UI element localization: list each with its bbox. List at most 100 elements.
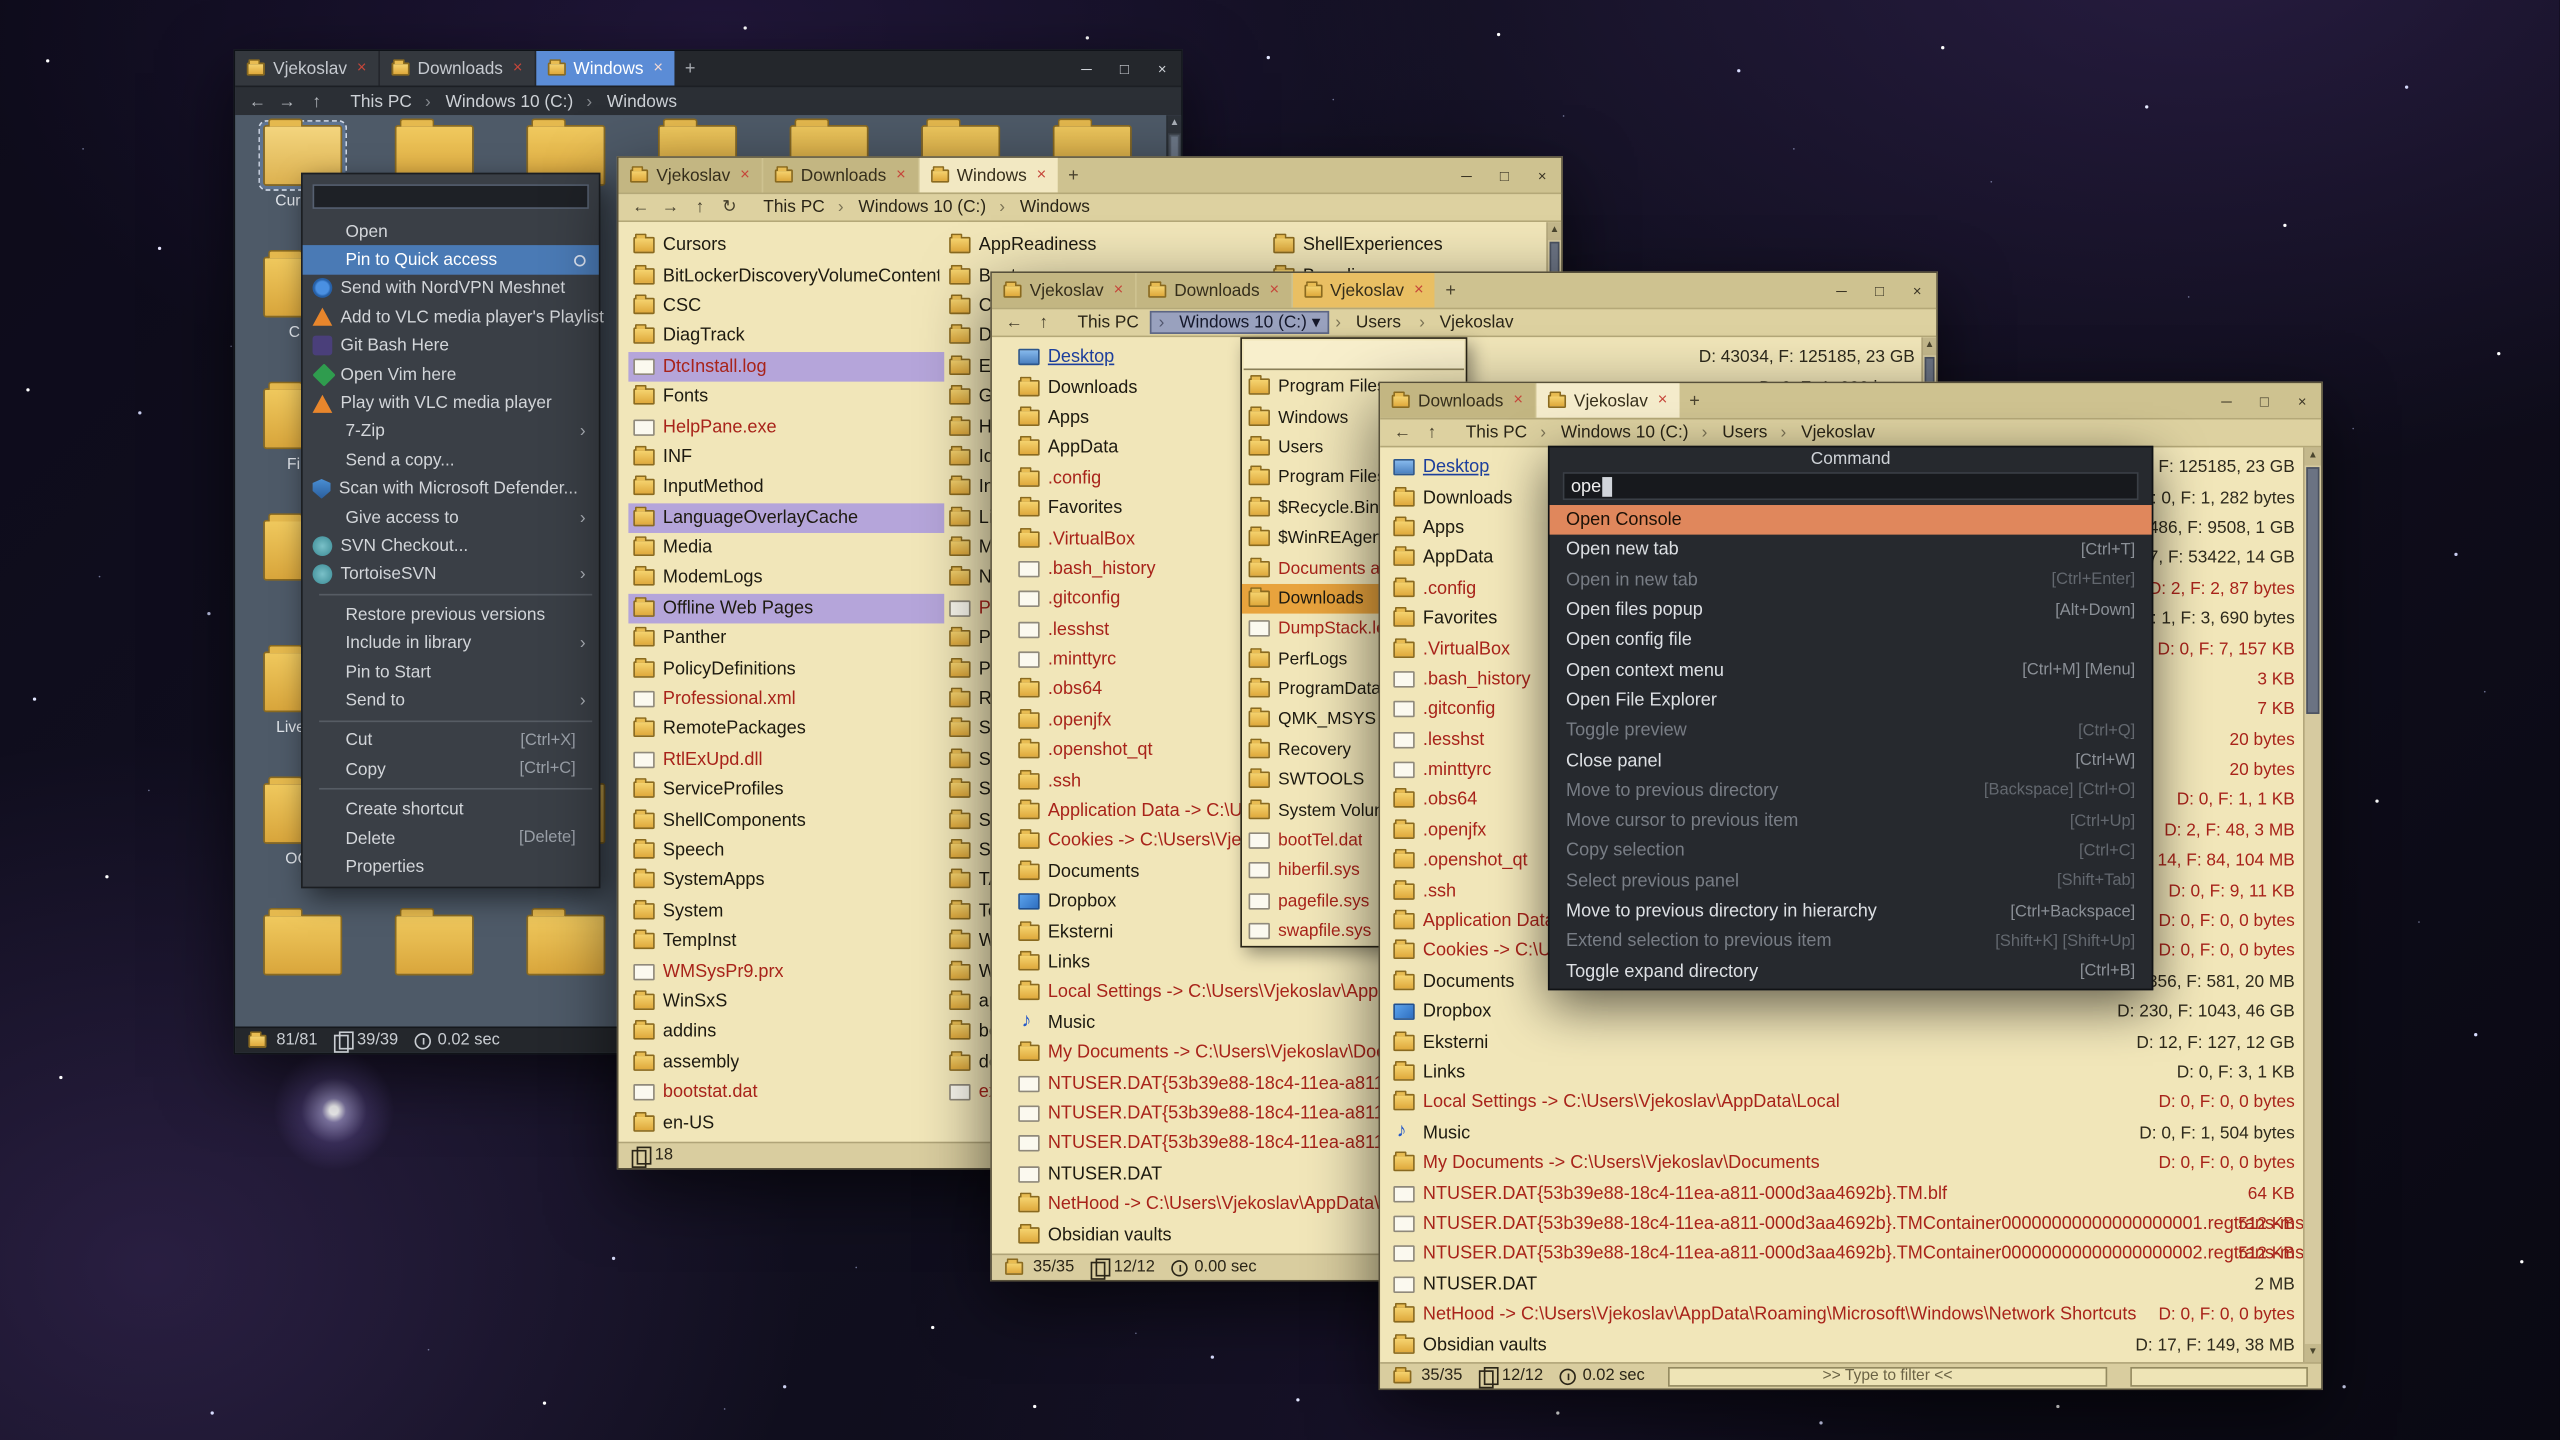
file-row[interactable]: NTUSER.DAT{53b39e88-18c4-11ea-a811-000d3…	[1380, 1239, 2301, 1269]
scroll-up-icon[interactable]: ▲	[1923, 337, 1936, 355]
file-row[interactable]: Fonts	[628, 382, 944, 412]
context-menu-item[interactable]: TortoiseSVN ›	[303, 560, 599, 589]
palette-command-item[interactable]: Open File Explorer	[1550, 686, 2152, 716]
file-row[interactable]: BitLockerDiscoveryVolumeContents	[628, 261, 944, 291]
grid-folder-item[interactable]	[375, 915, 493, 982]
context-menu-item[interactable]: Copy [Ctrl+C]	[303, 755, 599, 784]
palette-command-item[interactable]: Open Console	[1550, 505, 2152, 535]
window-tab[interactable]: Vjekoslav ×	[619, 158, 762, 193]
type-to-filter-field[interactable]: >> Type to filter <<	[1668, 1366, 2107, 1386]
file-row[interactable]: assembly	[628, 1047, 944, 1077]
minimize-button[interactable]: ─	[1068, 51, 1106, 86]
context-menu-item[interactable]: Restore previous versions	[303, 601, 599, 630]
maximize-button[interactable]: □	[1105, 51, 1143, 86]
file-row[interactable]: AppReadiness	[944, 230, 1260, 260]
file-row[interactable]: en-US	[628, 1108, 944, 1138]
file-row[interactable]: Music D: 0, F: 1, 504 bytes	[1380, 1118, 2301, 1148]
close-button[interactable]: ×	[1143, 51, 1181, 86]
new-tab-button[interactable]: +	[1059, 158, 1087, 193]
tab-close-icon[interactable]: ×	[1114, 281, 1124, 299]
context-menu-item[interactable]: Play with VLC media player	[303, 389, 599, 418]
context-menu-item[interactable]	[303, 784, 599, 796]
context-menu-item[interactable]	[303, 715, 599, 727]
palette-command-item[interactable]: Toggle preview [Ctrl+Q]	[1550, 716, 2152, 746]
breadcrumb-segment[interactable]: Vjekoslav	[1412, 313, 1525, 333]
up-button[interactable]: ↑	[1031, 313, 1056, 333]
palette-command-item[interactable]: Toggle expand directory [Ctrl+B]	[1550, 956, 2152, 986]
window-tab[interactable]: Vjekoslav ×	[1292, 273, 1435, 308]
file-row[interactable]: Links D: 0, F: 3, 1 KB	[1380, 1057, 2301, 1087]
file-row[interactable]: addins	[628, 1017, 944, 1047]
file-row[interactable]: Cursors	[628, 230, 944, 260]
titlebar[interactable]: Vjekoslav × Downloads × Vjekoslav × + ─ …	[992, 273, 1936, 308]
new-tab-button[interactable]: +	[1437, 273, 1465, 308]
breadcrumb-segment[interactable]: This PC	[1459, 423, 1534, 443]
context-menu-item[interactable]: Add to VLC media player's Playlist	[303, 303, 599, 332]
scroll-up-icon[interactable]: ▲	[2305, 447, 2321, 465]
file-row[interactable]: NetHood -> C:\Users\Vjekoslav\AppData\Ro…	[1380, 1299, 2301, 1329]
context-menu-item[interactable]: Send to ›	[303, 686, 599, 715]
file-row[interactable]: NTUSER.DAT 2 MB	[1380, 1269, 2301, 1299]
breadcrumb-segment[interactable]: This PC	[757, 197, 832, 217]
back-button[interactable]: ←	[1390, 423, 1415, 443]
scroll-up-icon[interactable]: ▲	[1168, 115, 1181, 133]
tab-close-icon[interactable]: ×	[1270, 281, 1280, 299]
file-row[interactable]: Panther	[628, 624, 944, 654]
palette-command-item[interactable]: Move to previous directory in hierarchy …	[1550, 896, 2152, 926]
context-menu-item[interactable]: SVN Checkout...	[303, 532, 599, 561]
new-tab-button[interactable]: +	[676, 51, 704, 86]
palette-command-item[interactable]: Move cursor to previous item [Ctrl+Up]	[1550, 806, 2152, 836]
tab-close-icon[interactable]: ×	[740, 166, 750, 184]
file-row[interactable]: ServiceProfiles	[628, 775, 944, 805]
file-row[interactable]: ShellExperiences	[1268, 230, 1561, 260]
tab-close-icon[interactable]: ×	[357, 59, 367, 77]
breadcrumb-segment[interactable]: Windows 10 (C:)	[831, 197, 992, 217]
window-tab[interactable]: Downloads ×	[763, 158, 917, 193]
file-row[interactable]: INF	[628, 442, 944, 472]
breadcrumb-segment[interactable]: Users	[1695, 423, 1774, 443]
scroll-down-icon[interactable]: ▼	[2305, 1344, 2321, 1362]
up-button[interactable]: ↑	[1420, 423, 1445, 443]
context-menu-item[interactable]: Git Bash Here	[303, 332, 599, 361]
file-row[interactable]: DiagTrack	[628, 321, 944, 351]
context-menu-item[interactable]: Send with NordVPN Meshnet	[303, 274, 599, 303]
context-menu-item[interactable]: Create shortcut	[303, 795, 599, 824]
window-tab[interactable]: Downloads ×	[1380, 383, 1534, 418]
new-tab-button[interactable]: +	[1681, 383, 1709, 418]
grid-folder-item[interactable]	[243, 915, 361, 982]
file-row[interactable]: Media	[628, 533, 944, 563]
file-row[interactable]: RemotePackages	[628, 714, 944, 744]
file-row[interactable]: WMSysPr9.prx	[628, 956, 944, 986]
status-extra-field[interactable]	[2130, 1366, 2308, 1386]
tab-close-icon[interactable]: ×	[1037, 166, 1047, 184]
file-row[interactable]: DtcInstall.log	[628, 351, 944, 381]
breadcrumb-segment[interactable]: This PC	[344, 91, 419, 111]
file-row[interactable]: System	[628, 896, 944, 926]
dropdown-filter-input[interactable]	[1244, 341, 1464, 371]
maximize-button[interactable]: □	[2245, 383, 2283, 418]
scrollbar[interactable]: ▲ ▼	[2303, 447, 2321, 1362]
scrollbar-thumb[interactable]	[2306, 467, 2319, 714]
breadcrumb-segment[interactable]: Windows 10 (C:) ▾	[1150, 311, 1328, 334]
context-menu-item[interactable]: Give access to ›	[303, 503, 599, 532]
up-button[interactable]: ↑	[688, 197, 713, 217]
context-menu-item[interactable]: 7-Zip ›	[303, 417, 599, 446]
palette-command-item[interactable]: Extend selection to previous item [Shift…	[1550, 926, 2152, 956]
titlebar[interactable]: Vjekoslav × Downloads × Windows × + ─ □ …	[619, 158, 1562, 193]
tab-close-icon[interactable]: ×	[1513, 392, 1523, 410]
file-row[interactable]: SystemApps	[628, 866, 944, 896]
breadcrumb-segment[interactable]: Windows	[993, 197, 1097, 217]
window-tab[interactable]: Vjekoslav ×	[235, 51, 378, 86]
window-tab[interactable]: Windows ×	[536, 51, 675, 86]
context-menu-item[interactable]: Send a copy...	[303, 446, 599, 475]
breadcrumb-segment[interactable]: Users	[1329, 313, 1413, 333]
window-tab[interactable]: Vjekoslav ×	[992, 273, 1135, 308]
tab-close-icon[interactable]: ×	[653, 59, 663, 77]
window-tab[interactable]: Vjekoslav ×	[1536, 383, 1679, 418]
context-menu-input[interactable]	[313, 184, 589, 209]
file-row[interactable]: ModemLogs	[628, 563, 944, 593]
grid-folder-item[interactable]	[507, 915, 625, 982]
file-row[interactable]: bootstat.dat	[628, 1077, 944, 1107]
tab-close-icon[interactable]: ×	[513, 59, 523, 77]
file-row[interactable]: NTUSER.DAT{53b39e88-18c4-11ea-a811-000d3…	[1380, 1178, 2301, 1208]
